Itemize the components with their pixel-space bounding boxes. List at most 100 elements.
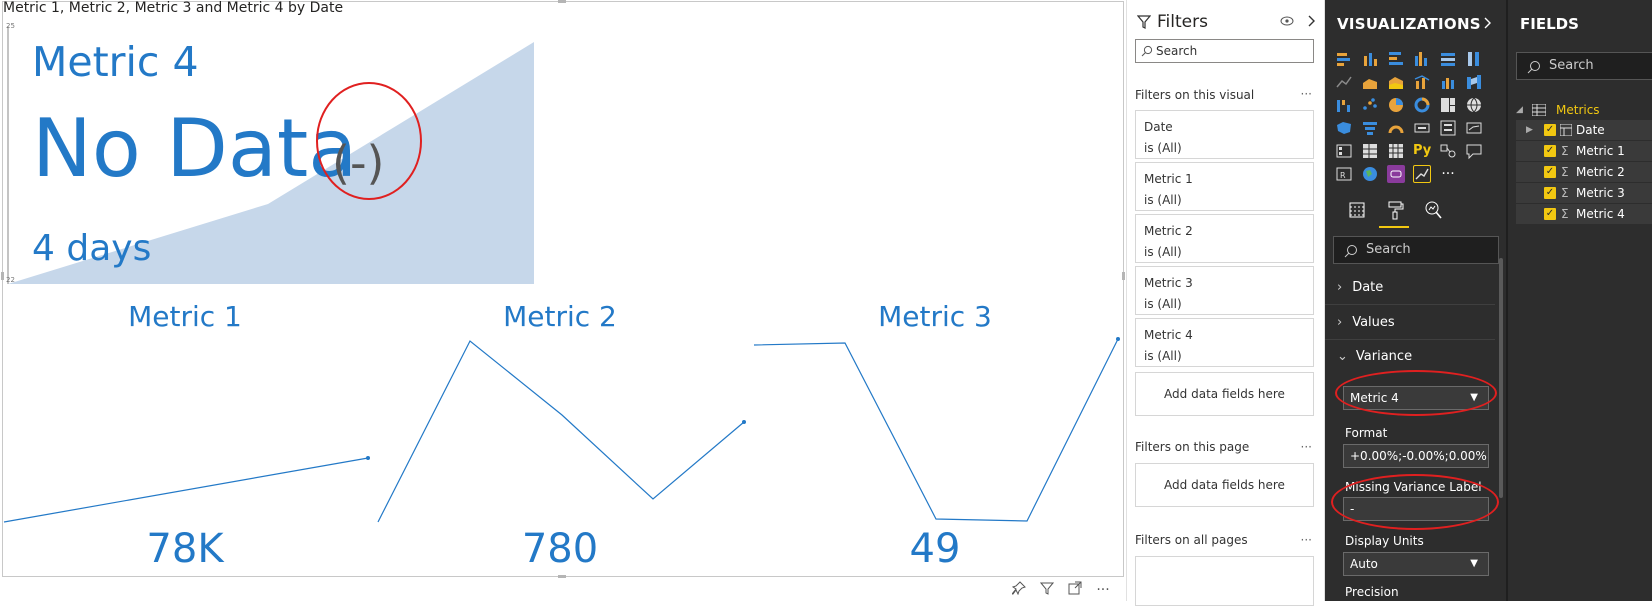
- selected-line-visual-icon[interactable]: [1413, 165, 1431, 183]
- more-options-icon[interactable]: ···: [1301, 440, 1312, 454]
- sigma-icon: Σ: [1561, 186, 1569, 200]
- checkbox-checked-icon[interactable]: ✓: [1544, 166, 1556, 178]
- section-variance[interactable]: ⌄ Variance: [1337, 349, 1412, 364]
- multi-row-card-icon[interactable]: [1439, 119, 1457, 137]
- filter-icon[interactable]: [1038, 581, 1056, 599]
- card-icon[interactable]: [1413, 119, 1431, 137]
- slicer-icon[interactable]: [1335, 142, 1353, 160]
- stacked-bar-chart-icon[interactable]: [1335, 50, 1353, 68]
- 100-stacked-bar-icon[interactable]: [1439, 50, 1457, 68]
- globe-icon[interactable]: [1361, 165, 1379, 183]
- donut-chart-icon[interactable]: [1413, 96, 1431, 114]
- metric3-point: [1116, 337, 1120, 341]
- field-metric1[interactable]: ✓ Σ Metric 1: [1516, 141, 1652, 162]
- ribbon-chart-icon[interactable]: [1465, 73, 1483, 91]
- filter-card-name: Metric 2: [1144, 224, 1193, 238]
- filter-card-date[interactable]: Date is (All): [1135, 110, 1314, 159]
- filter-card-metric4[interactable]: Metric 4 is (All): [1135, 318, 1314, 367]
- fields-search-input[interactable]: Search: [1516, 52, 1652, 80]
- stacked-column-chart-icon[interactable]: [1361, 50, 1379, 68]
- more-visuals-icon[interactable]: ···: [1439, 165, 1457, 183]
- table-metrics[interactable]: ◢ Metrics: [1516, 100, 1652, 120]
- qna-icon[interactable]: [1465, 142, 1483, 160]
- filled-map-icon[interactable]: [1335, 119, 1353, 137]
- section-values-label: Values: [1352, 315, 1395, 330]
- checkbox-checked-icon[interactable]: ✓: [1544, 124, 1556, 136]
- line-clustered-column-icon[interactable]: [1439, 73, 1457, 91]
- python-visual-icon[interactable]: Py: [1413, 142, 1431, 160]
- matrix-icon[interactable]: [1387, 142, 1405, 160]
- resize-handle[interactable]: [558, 575, 566, 578]
- filter-card-metric1[interactable]: Metric 1 is (All): [1135, 162, 1314, 211]
- table-icon: [1532, 104, 1546, 116]
- gauge-icon[interactable]: [1387, 119, 1405, 137]
- line-and-column-chart-icon[interactable]: [1413, 73, 1431, 91]
- display-units-dropdown[interactable]: Auto ▼: [1343, 552, 1489, 576]
- metric2-line: [377, 340, 745, 523]
- field-date[interactable]: ▶ ✓ Date: [1516, 120, 1652, 141]
- field-metric3[interactable]: ✓ Σ Metric 3: [1516, 183, 1652, 204]
- more-options-icon[interactable]: ···: [1094, 581, 1112, 599]
- pin-icon[interactable]: [1010, 581, 1028, 599]
- display-units-label: Display Units: [1345, 534, 1424, 548]
- add-data-fields-page[interactable]: Add data fields here: [1135, 463, 1314, 507]
- kpi-icon[interactable]: [1465, 119, 1483, 137]
- annotation-ellipse: [1335, 370, 1497, 416]
- chevron-right-icon: ›: [1337, 280, 1343, 295]
- add-data-fields-visual[interactable]: Add data fields here: [1135, 372, 1314, 416]
- field-metric2[interactable]: ✓ Σ Metric 2: [1516, 162, 1652, 183]
- small-multiple-lines: [3, 337, 1120, 523]
- focus-mode-icon[interactable]: [1066, 581, 1084, 599]
- svg-text:R: R: [1340, 171, 1346, 180]
- checkbox-checked-icon[interactable]: ✓: [1544, 187, 1556, 199]
- checkbox-checked-icon[interactable]: ✓: [1544, 208, 1556, 220]
- section-divider: [1325, 339, 1495, 340]
- custom-visual-icon[interactable]: [1387, 165, 1405, 183]
- more-options-icon[interactable]: ···: [1301, 533, 1312, 547]
- analytics-magnifier-icon[interactable]: [1421, 200, 1445, 224]
- eye-icon[interactable]: [1279, 14, 1295, 28]
- resize-handle[interactable]: [558, 0, 566, 3]
- active-tab-indicator: [1379, 226, 1409, 228]
- collapse-chevron-icon[interactable]: [1483, 16, 1493, 30]
- report-canvas: Metric 1, Metric 2, Metric 3 and Metric …: [0, 0, 1126, 601]
- 100-stacked-column-icon[interactable]: [1465, 50, 1483, 68]
- filter-card-value: is (All): [1144, 245, 1182, 259]
- fields-tab-icon[interactable]: [1345, 200, 1369, 224]
- area-chart-icon[interactable]: [1361, 73, 1379, 91]
- clustered-column-chart-icon[interactable]: [1413, 50, 1431, 68]
- collapse-chevron-icon[interactable]: [1307, 14, 1317, 28]
- fields-pane: FIELDS Search ◢ Metrics ▶ ✓ Date ✓ Σ Met…: [1506, 0, 1652, 601]
- section-date[interactable]: › Date: [1337, 280, 1383, 295]
- map-icon[interactable]: [1465, 96, 1483, 114]
- format-input[interactable]: +0.00%;-0.00%;0.00%: [1343, 444, 1489, 468]
- key-influencers-icon[interactable]: [1439, 142, 1457, 160]
- add-data-fields-all-pages[interactable]: [1135, 556, 1314, 606]
- filters-search-input[interactable]: Search: [1135, 39, 1314, 63]
- section-values[interactable]: › Values: [1337, 315, 1395, 330]
- line-chart-icon[interactable]: [1335, 73, 1353, 91]
- metric3-line: [753, 338, 1119, 522]
- format-search-input[interactable]: Search: [1333, 236, 1499, 264]
- format-paint-roller-icon[interactable]: [1383, 200, 1407, 224]
- pane-scrollbar[interactable]: [1499, 258, 1503, 498]
- metric1-value: 78K: [146, 526, 224, 572]
- more-options-icon[interactable]: ···: [1301, 87, 1312, 101]
- pie-chart-icon[interactable]: [1387, 96, 1405, 114]
- kpi-value: No Data: [32, 102, 358, 195]
- r-visual-icon[interactable]: R: [1335, 165, 1353, 183]
- waterfall-chart-icon[interactable]: [1335, 96, 1353, 114]
- table-icon[interactable]: [1361, 142, 1379, 160]
- filter-card-metric3[interactable]: Metric 3 is (All): [1135, 266, 1314, 315]
- clustered-bar-chart-icon[interactable]: [1387, 50, 1405, 68]
- filters-on-visual-label: Filters on this visual: [1135, 88, 1255, 102]
- filter-card-metric2[interactable]: Metric 2 is (All): [1135, 214, 1314, 263]
- checkbox-checked-icon[interactable]: ✓: [1544, 145, 1556, 157]
- funnel-chart-icon[interactable]: [1361, 119, 1379, 137]
- filter-card-name: Date: [1144, 120, 1173, 134]
- field-metric4[interactable]: ✓ Σ Metric 4: [1516, 204, 1652, 225]
- scatter-chart-icon[interactable]: [1361, 96, 1379, 114]
- stacked-area-chart-icon[interactable]: [1387, 73, 1405, 91]
- treemap-icon[interactable]: [1439, 96, 1457, 114]
- resize-handle[interactable]: [1122, 272, 1125, 280]
